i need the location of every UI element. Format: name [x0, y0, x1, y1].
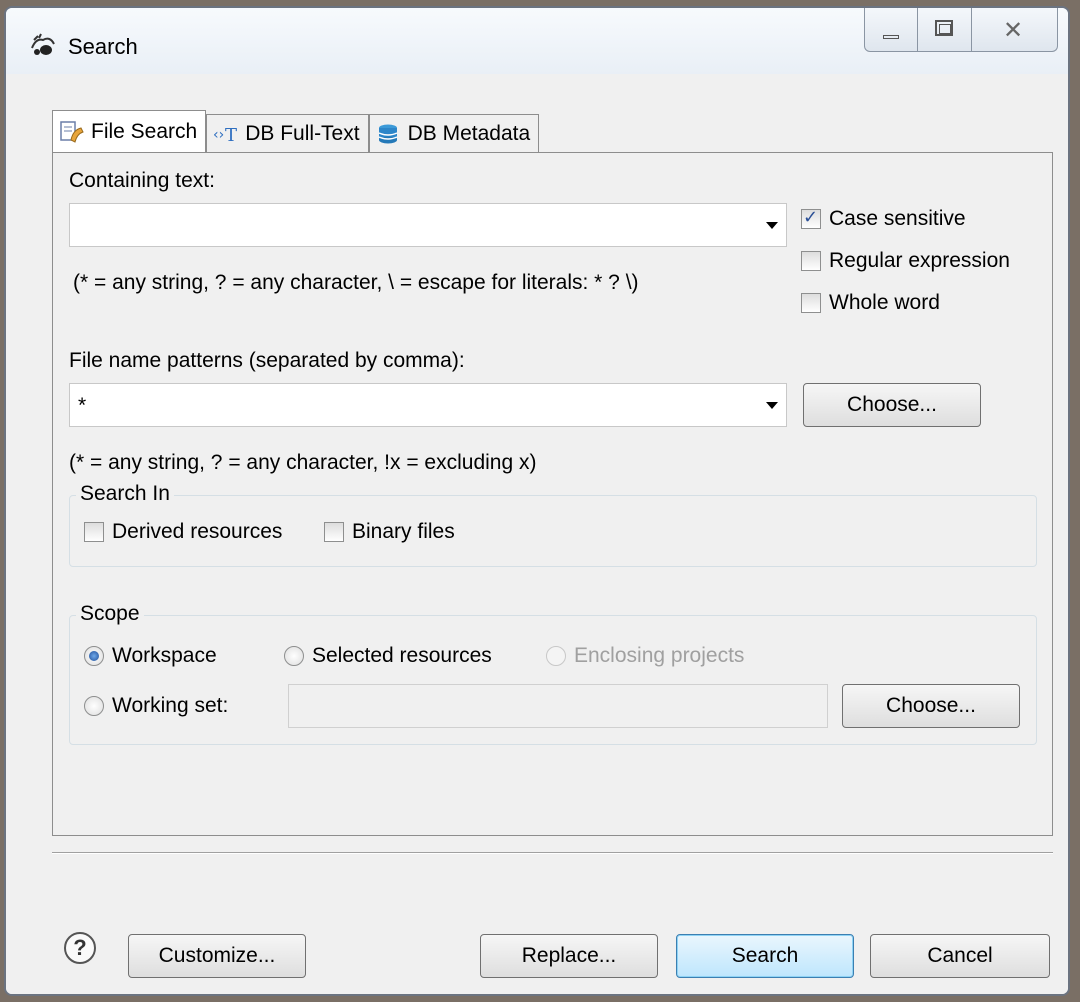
- selected-resources-radio[interactable]: Selected resources: [284, 644, 492, 668]
- minimize-button[interactable]: [864, 8, 918, 52]
- search-in-title: Search In: [76, 482, 174, 506]
- minimize-icon: [883, 35, 899, 39]
- footer-separator: [52, 852, 1053, 854]
- working-set-field: [288, 684, 828, 728]
- checkbox-label: Whole word: [829, 291, 940, 314]
- title-bar[interactable]: Search ✕: [6, 8, 1068, 74]
- radio-label: Selected resources: [312, 644, 492, 667]
- search-dialog: Search ✕ File Search ‹› T DB Full-Text D…: [4, 6, 1070, 996]
- close-button[interactable]: ✕: [972, 8, 1058, 52]
- derived-resources-checkbox[interactable]: Derived resources: [84, 520, 282, 544]
- help-icon[interactable]: ?: [64, 932, 96, 964]
- regular-expression-checkbox[interactable]: Regular expression: [801, 249, 1010, 273]
- tab-db-full-text[interactable]: ‹› T DB Full-Text: [206, 114, 369, 152]
- tab-db-metadata[interactable]: DB Metadata: [368, 114, 540, 152]
- restore-icon: [935, 20, 953, 36]
- chevron-down-icon[interactable]: [766, 402, 778, 409]
- file-patterns-label: File name patterns (separated by comma):: [69, 349, 465, 372]
- tab-label: DB Metadata: [407, 121, 531, 145]
- checkbox-box[interactable]: [801, 293, 821, 313]
- enclosing-projects-radio: Enclosing projects: [546, 644, 744, 668]
- file-search-icon: [60, 120, 84, 143]
- file-patterns-combo[interactable]: *: [69, 383, 787, 427]
- maximize-button[interactable]: [918, 8, 972, 52]
- containing-text-combo[interactable]: [69, 203, 787, 247]
- checkbox-box[interactable]: [324, 522, 344, 542]
- scope-group: Scope Workspace Selected resources Enclo…: [69, 602, 1037, 745]
- db-metadata-icon: [378, 124, 397, 143]
- radio-label: Workspace: [112, 644, 217, 667]
- file-patterns-hint: (* = any string, ? = any character, !x =…: [69, 451, 537, 474]
- cancel-button[interactable]: Cancel: [870, 934, 1050, 978]
- workspace-radio[interactable]: Workspace: [84, 644, 217, 668]
- svg-text:T: T: [225, 125, 237, 146]
- radio-dot[interactable]: [84, 646, 104, 666]
- radio-dot[interactable]: [284, 646, 304, 666]
- svg-text:‹›: ‹›: [213, 127, 224, 143]
- db-fulltext-icon: ‹› T: [213, 125, 237, 146]
- file-search-panel: Containing text: (* = any string, ? = an…: [52, 152, 1053, 836]
- search-button[interactable]: Search: [676, 934, 854, 978]
- chevron-down-icon[interactable]: [766, 222, 778, 229]
- checkbox-label: Case sensitive: [829, 207, 966, 230]
- whole-word-checkbox[interactable]: Whole word: [801, 291, 940, 315]
- tab-file-search[interactable]: File Search: [52, 110, 207, 152]
- working-set-choose-button[interactable]: Choose...: [842, 684, 1020, 728]
- radio-dot[interactable]: [84, 696, 104, 716]
- dialog-client-area: File Search ‹› T DB Full-Text DB Metadat…: [6, 74, 1068, 994]
- tab-strip: File Search ‹› T DB Full-Text DB Metadat…: [52, 110, 540, 152]
- containing-text-label: Containing text:: [69, 169, 215, 192]
- checkbox-box[interactable]: [84, 522, 104, 542]
- radio-label: Working set:: [112, 694, 229, 717]
- tab-label: DB Full-Text: [245, 121, 360, 145]
- radio-dot: [546, 646, 566, 666]
- window-title: Search: [68, 34, 138, 59]
- patterns-choose-button[interactable]: Choose...: [803, 383, 981, 427]
- containing-text-hint: (* = any string, ? = any character, \ = …: [73, 271, 639, 294]
- app-icon: [31, 33, 55, 55]
- checkbox-box[interactable]: [801, 207, 821, 229]
- customize-button[interactable]: Customize...: [128, 934, 306, 978]
- file-patterns-value: *: [78, 394, 87, 417]
- scope-title: Scope: [76, 602, 144, 626]
- case-sensitive-checkbox[interactable]: Case sensitive: [801, 207, 966, 231]
- working-set-radio[interactable]: Working set:: [84, 694, 228, 718]
- replace-button[interactable]: Replace...: [480, 934, 658, 978]
- tab-label: File Search: [91, 119, 198, 143]
- search-in-group: Search In Derived resources Binary files: [69, 482, 1037, 567]
- checkbox-label: Regular expression: [829, 249, 1010, 272]
- checkbox-box[interactable]: [801, 251, 821, 271]
- radio-label: Enclosing projects: [574, 644, 745, 667]
- checkbox-label: Derived resources: [112, 520, 283, 543]
- close-icon: ✕: [1003, 16, 1024, 44]
- binary-files-checkbox[interactable]: Binary files: [324, 520, 455, 544]
- checkbox-label: Binary files: [352, 520, 455, 543]
